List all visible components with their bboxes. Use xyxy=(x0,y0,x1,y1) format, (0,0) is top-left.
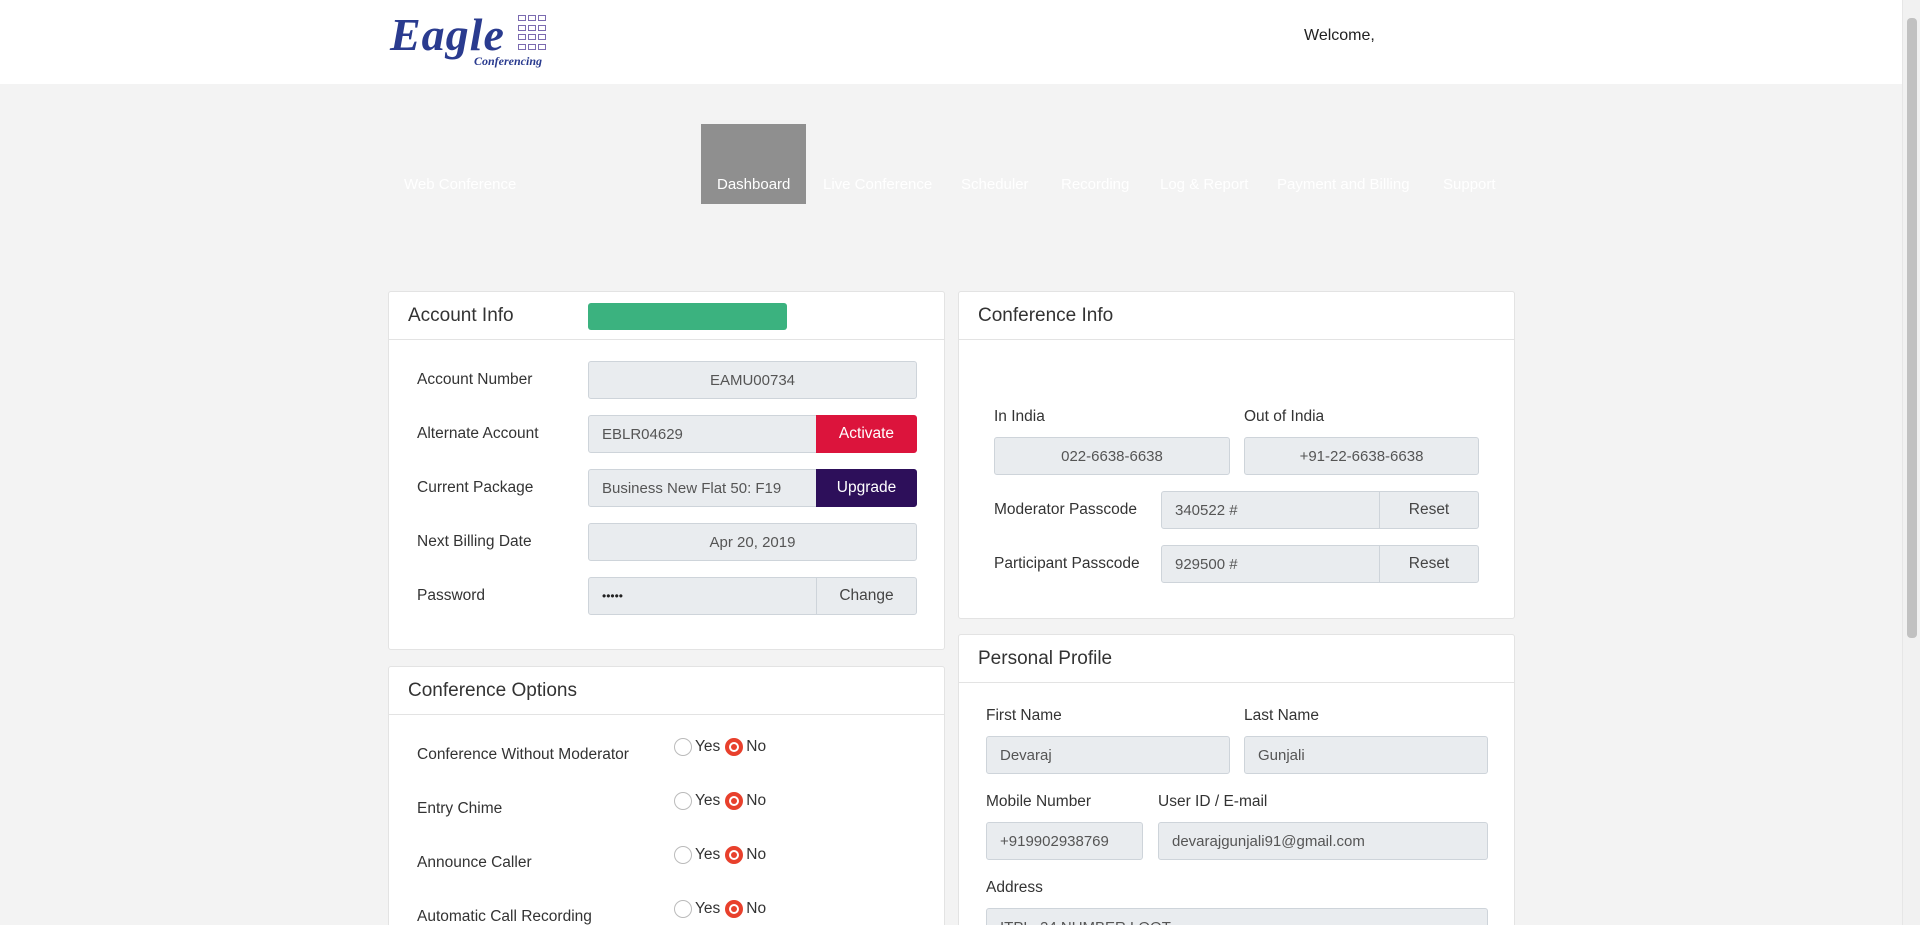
nav-item-recording[interactable]: Recording xyxy=(1061,124,1129,204)
participant-passcode-label: Participant Passcode xyxy=(994,555,1140,572)
current-package-field: Business New Flat 50: F19 xyxy=(588,469,817,507)
option-radio-group: Yes No xyxy=(674,846,771,864)
option-radio-group: Yes No xyxy=(674,792,771,810)
email-field[interactable]: devarajgunjali91@gmail.com xyxy=(1158,822,1488,860)
eagle-conferencing-logo[interactable]: Eagle Conferencing xyxy=(390,12,555,70)
account-info-title: Account Info xyxy=(408,305,514,326)
first-name-field[interactable]: Devaraj xyxy=(986,736,1230,774)
personal-profile-header: Personal Profile xyxy=(959,635,1514,683)
radio-yes-label: Yes xyxy=(695,900,721,917)
radio-yes-label: Yes xyxy=(695,792,721,809)
nav-item-web-conference[interactable]: Web Conference xyxy=(404,124,516,204)
reset-participant-button[interactable]: Reset xyxy=(1379,545,1479,583)
nav-item-payment-billing[interactable]: Payment and Billing xyxy=(1277,124,1410,204)
radio-yes[interactable] xyxy=(674,738,692,756)
mobile-number-label: Mobile Number xyxy=(986,793,1092,810)
personal-profile-card: Personal Profile First Name Last Name De… xyxy=(958,634,1515,925)
password-field[interactable]: ••••• xyxy=(588,577,817,615)
option-label: Announce Caller xyxy=(417,854,532,871)
radio-no-label: No xyxy=(746,792,767,809)
address-label: Address xyxy=(986,879,1043,896)
account-status-bar xyxy=(588,303,787,330)
in-india-label: In India xyxy=(994,408,1045,425)
out-india-label: Out of India xyxy=(1244,408,1325,425)
radio-yes[interactable] xyxy=(674,900,692,918)
main-nav: Web Conference Dashboard Live Conference… xyxy=(0,124,1902,204)
email-label: User ID / E-mail xyxy=(1158,793,1268,810)
logo-main-text: Eagle xyxy=(390,9,505,60)
welcome-text: Welcome, xyxy=(1304,27,1375,44)
radio-no-label: No xyxy=(746,846,767,863)
scrollbar-thumb[interactable] xyxy=(1907,18,1917,638)
option-label: Automatic Call Recording xyxy=(417,908,592,925)
nav-item-live-conference[interactable]: Live Conference xyxy=(823,124,932,204)
account-number-label: Account Number xyxy=(417,371,533,388)
conference-options-title: Conference Options xyxy=(408,680,577,701)
personal-profile-title: Personal Profile xyxy=(978,648,1113,669)
radio-yes[interactable] xyxy=(674,846,692,864)
nav-item-dashboard[interactable]: Dashboard xyxy=(701,124,807,204)
radio-no[interactable] xyxy=(725,792,744,810)
moderator-passcode-field: 340522 # xyxy=(1161,491,1380,529)
nav-item-support[interactable]: Support xyxy=(1443,124,1496,204)
option-label: Conference Without Moderator xyxy=(417,746,629,763)
first-name-label: First Name xyxy=(986,707,1062,724)
account-info-header: Account Info xyxy=(389,292,944,340)
radio-yes-label: Yes xyxy=(695,738,721,755)
out-india-number-field: +91-22-6638-6638 xyxy=(1244,437,1479,475)
conference-info-card: Conference Info In India Out of India 02… xyxy=(958,291,1515,619)
vertical-scrollbar[interactable] xyxy=(1902,0,1920,925)
option-radio-group: Yes No xyxy=(674,738,771,756)
nav-item-log-report[interactable]: Log & Report xyxy=(1160,124,1248,204)
option-radio-group: Yes No xyxy=(674,900,771,918)
current-package-label: Current Package xyxy=(417,479,534,496)
radio-no[interactable] xyxy=(725,846,744,864)
logo-sub-text: Conferencing xyxy=(474,54,543,68)
upgrade-button[interactable]: Upgrade xyxy=(816,469,917,507)
radio-no-label: No xyxy=(746,900,767,917)
alternate-account-field[interactable]: EBLR04629 xyxy=(588,415,817,453)
keypad-icon xyxy=(518,15,548,51)
conference-info-title: Conference Info xyxy=(978,305,1114,326)
alternate-account-label: Alternate Account xyxy=(417,425,539,442)
account-number-field: EAMU00734 xyxy=(588,361,917,399)
moderator-passcode-label: Moderator Passcode xyxy=(994,501,1138,518)
in-india-number-field: 022-6638-6638 xyxy=(994,437,1230,475)
address-field[interactable]: ITPL, 24 NUMBER LOOT xyxy=(986,908,1488,925)
reset-moderator-button[interactable]: Reset xyxy=(1379,491,1479,529)
change-password-button[interactable]: Change xyxy=(816,577,917,615)
last-name-label: Last Name xyxy=(1244,707,1319,724)
mobile-number-field[interactable]: +919902938769 xyxy=(986,822,1143,860)
conference-options-card: Conference Options Conference Without Mo… xyxy=(388,666,945,925)
top-header: Eagle Conferencing Welcome, xyxy=(0,0,1902,84)
conference-info-header: Conference Info xyxy=(959,292,1514,340)
radio-yes[interactable] xyxy=(674,792,692,810)
radio-yes-label: Yes xyxy=(695,846,721,863)
account-info-card: Account Info Account Number EAMU00734 Al… xyxy=(388,291,945,650)
next-billing-field: Apr 20, 2019 xyxy=(588,523,917,561)
nav-item-scheduler[interactable]: Scheduler xyxy=(961,124,1029,204)
activate-button[interactable]: Activate xyxy=(816,415,917,453)
radio-no-label: No xyxy=(746,738,767,755)
last-name-field[interactable]: Gunjali xyxy=(1244,736,1488,774)
conference-options-header: Conference Options xyxy=(389,667,944,715)
radio-no[interactable] xyxy=(725,738,744,756)
participant-passcode-field: 929500 # xyxy=(1161,545,1380,583)
option-label: Entry Chime xyxy=(417,800,503,817)
next-billing-label: Next Billing Date xyxy=(417,533,532,550)
radio-no[interactable] xyxy=(725,900,744,918)
password-label: Password xyxy=(417,587,486,604)
